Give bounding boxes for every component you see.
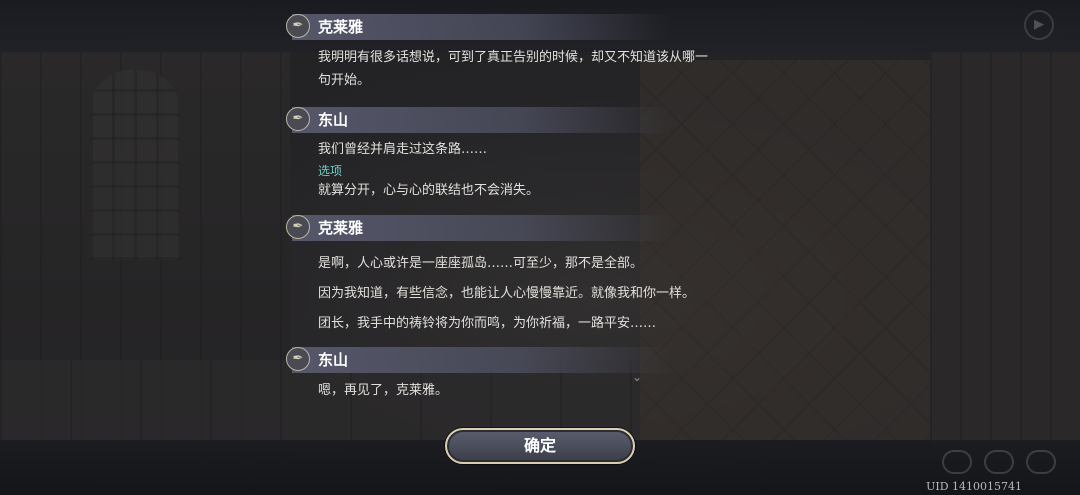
more-icon[interactable] [942,450,972,474]
quill-icon: ✒ [286,107,310,131]
dialogue-line: 是啊，人心或许是一座座孤岛……可至少，那不是全部。 [318,256,644,271]
bottom-controls [942,450,1056,474]
speaker-bar [292,347,672,373]
circle-button-icon[interactable]: ▶ [1024,10,1054,40]
speaker-name: 克莱雅 [318,219,364,237]
log-entry: ✒ 克莱雅 是啊，人心或许是一座座孤岛……可至少，那不是全部。 因为我知道，有些… [282,215,792,339]
speaker-name: 东山 [318,351,349,369]
speaker-row: ✒ 克莱雅 [282,215,792,241]
auto-icon[interactable] [984,450,1014,474]
dialogue-line: 我明明有很多话想说，可到了真正告别的时候，却又不知道该从哪一 [318,50,709,65]
dialogue-line: 因为我知道，有些信念，也能让人心慢慢靠近。就像我和你一样。 [318,286,696,301]
dialogue-line: 团长，我手中的祷铃将为你而鸣，为你祈福，一路平安…… [318,316,657,331]
option-label: 选项 [318,164,343,178]
speaker-row: ✒ 克莱雅 [282,14,792,40]
speaker-row: ✒ 东山 [282,107,792,133]
speaker-bar [292,107,672,133]
option-text: 就算分开，心与心的联结也不会消失。 [318,183,540,198]
log-entry: ✒ 东山 我们曾经并肩走过这条路…… 选项 就算分开，心与心的联结也不会消失。 [282,107,792,202]
quill-icon: ✒ [286,215,310,239]
dialogue-line: 嗯，再见了，克莱雅。 [318,383,449,398]
dialogue-line: 我们曾经并肩走过这条路…… [318,142,488,157]
confirm-button[interactable]: 确定 [445,428,635,464]
speaker-name: 东山 [318,111,349,129]
dialogue-log[interactable]: ✒ 克莱雅 我明明有很多话想说，可到了真正告别的时候，却又不知道该从哪一 句开始… [282,0,792,440]
quill-icon: ✒ [286,347,310,371]
speaker-row: ✒ 东山 [282,347,792,373]
speaker-name: 克莱雅 [318,18,364,36]
play-icon[interactable] [1026,450,1056,474]
dialogue-line: 句开始。 [318,73,371,88]
uid-label: UID 1410015741 [926,480,1022,493]
chevron-down-icon: ⌄ [632,370,643,384]
quill-icon: ✒ [286,14,310,38]
log-entry: ✒ 克莱雅 我明明有很多话想说，可到了真正告别的时候，却又不知道该从哪一 句开始… [282,14,792,92]
log-entry: ✒ 东山 嗯，再见了，克莱雅。 [282,347,792,402]
